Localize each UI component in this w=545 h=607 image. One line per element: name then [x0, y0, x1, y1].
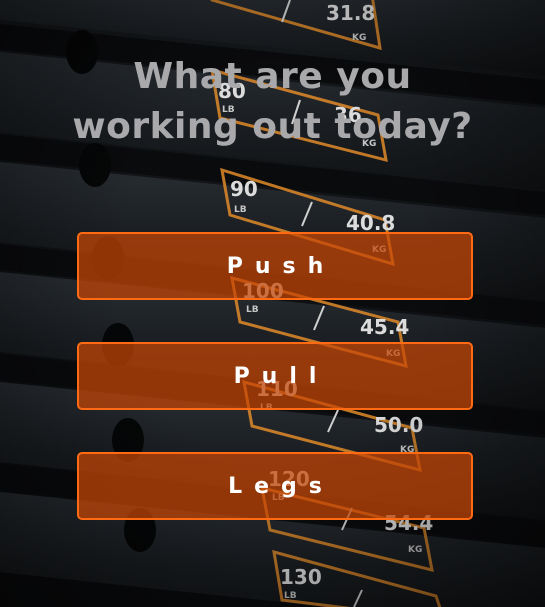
plate-kg-label: 50.0 [374, 413, 423, 437]
plate-kg-label: 45.4 [360, 315, 409, 339]
plate-lb-unit: LB [234, 205, 247, 215]
workout-picker-screen: 31.8 KG 80 LB 36. KG 90 LB 40.8 KG 100 L… [0, 0, 545, 607]
plate-kg-label: 31.8 [326, 1, 375, 25]
pull-button[interactable]: Pull [77, 342, 473, 410]
plate-lb-label: 90 [230, 177, 258, 201]
page-title: What are you working out today? [0, 52, 545, 152]
title-line-1: What are you [133, 56, 412, 97]
legs-button[interactable]: Legs [77, 452, 473, 520]
plate-lb-unit: LB [284, 591, 297, 601]
plate-lb-unit: LB [246, 305, 259, 315]
push-button[interactable]: Push [77, 232, 473, 300]
title-line-2: working out today? [72, 106, 473, 147]
plate-kg-unit: KG [408, 545, 422, 555]
plate-lb-label: 130 [280, 565, 322, 589]
plate-kg-unit: KG [352, 33, 366, 43]
